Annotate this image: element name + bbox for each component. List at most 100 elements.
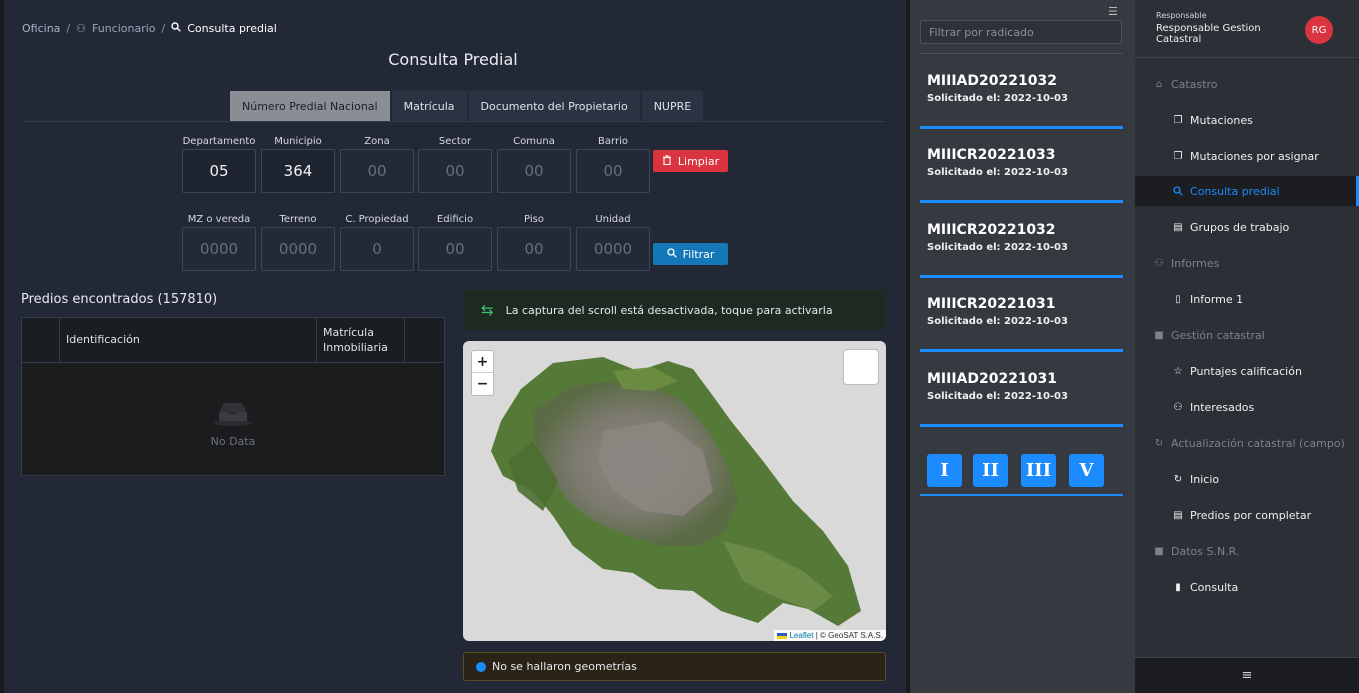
category-button-ii[interactable]: II [973,454,1008,487]
label-municipio: Municipio [274,136,322,147]
breadcrumb-funcionario[interactable]: Funcionario [92,22,156,35]
column-identificacion[interactable]: Identificación [60,318,317,363]
list-toggle-icon[interactable]: ☰ [1108,5,1118,18]
label-zona: Zona [364,136,390,147]
sidebar-group-actualizacion-catastral[interactable]: ↻ Actualización catastral (campo) [1135,428,1359,458]
sector-field[interactable]: 00 [418,149,492,193]
tab-matricula[interactable]: Matrícula [391,91,467,122]
category-button-i[interactable]: I [927,454,962,487]
radicado-card-bar [920,275,1123,278]
label-c-propiedad: C. Propiedad [345,214,409,225]
sidebar-item-mutaciones[interactable]: ❐ Mutaciones [1135,105,1359,135]
tab-numero-predial[interactable]: Número Predial Nacional [230,91,390,122]
avatar[interactable]: RG [1305,16,1333,44]
sidebar-item-consulta[interactable]: ▮ Consulta [1135,572,1359,602]
radicado-filter-input[interactable]: Filtrar por radicado [920,20,1122,44]
radicado-date: Solicitado el: 2022-10-03 [927,242,1068,253]
piso-field[interactable]: 00 [497,227,571,271]
category-button-iii[interactable]: III [1021,454,1056,487]
menu-icon: ≡ [1241,668,1253,683]
sidebar-group-informes[interactable]: ⚇ Informes [1135,248,1359,278]
sidebar-item-grupos-de-trabajo[interactable]: ▤ Grupos de trabajo [1135,212,1359,242]
leaflet-link[interactable]: Leaflet [789,631,813,640]
users-icon: ⚇ [1173,401,1183,413]
results-title: Predios encontrados (157810) [21,292,218,307]
radicado-code: MIIIAD20221032 [927,73,1057,89]
file-icon: ▯ [1175,293,1181,305]
column-matricula[interactable]: Matrícula Inmobiliaria [317,318,405,363]
radicado-card[interactable]: MIIICR20221033 Solicitado el: 2022-10-03 [927,147,1123,178]
tab-documento-propietario[interactable]: Documento del Propietario [468,91,640,122]
geometry-status-text: No se hallaron geometrías [492,660,637,673]
sidebar-item-mutaciones-por-asignar[interactable]: ❐ Mutaciones por asignar [1135,141,1359,171]
radicado-card[interactable]: MIIICR20221031 Solicitado el: 2022-10-03 [927,296,1123,327]
sidebar-group-catastro[interactable]: ⌂ Catastro [1135,69,1359,99]
sidebar-item-label: Informes [1171,256,1220,270]
filter-button[interactable]: Filtrar [653,243,728,265]
search-tabs: Número Predial Nacional Matrícula Docume… [230,91,705,122]
barrio-field[interactable]: 00 [576,149,650,193]
unidad-field[interactable]: 0000 [576,227,650,271]
search-icon [171,22,182,35]
radicado-card-bar [920,200,1123,203]
comuna-field[interactable]: 00 [497,149,571,193]
label-sector: Sector [438,136,472,147]
breadcrumb-separator: / [161,22,166,35]
user-name: Responsable Gestion Catastral [1156,23,1261,45]
departamento-field[interactable]: 05 [182,149,256,193]
zoom-out-button[interactable]: − [472,373,493,395]
clear-button[interactable]: Limpiar [653,150,728,172]
sidebar-item-interesados[interactable]: ⚇ Interesados [1135,392,1359,422]
radicado-date: Solicitado el: 2022-10-03 [927,391,1068,402]
sidebar-item-predios-por-completar[interactable]: ▤ Predios por completar [1135,500,1359,530]
radicado-card[interactable]: MIIICR20221032 Solicitado el: 2022-10-03 [927,222,1123,253]
radicado-date: Solicitado el: 2022-10-03 [927,167,1068,178]
label-edificio: Edificio [436,214,474,225]
radicado-code: MIIICR20221033 [927,147,1056,163]
radicado-card[interactable]: MIIIAD20221032 Solicitado el: 2022-10-03 [927,73,1123,104]
sidebar-group-datos-snr[interactable]: ■ Datos S.N.R. [1135,536,1359,566]
terreno-field[interactable]: 0000 [261,227,335,271]
label-barrio: Barrio [598,136,628,147]
copy-icon: ❐ [1173,114,1183,126]
trash-icon [662,154,672,168]
sidebar-item-label: Mutaciones [1190,113,1253,127]
table-empty-state: No Data [22,364,444,475]
scroll-capture-notice[interactable]: ⇆ La captura del scroll está desactivada… [463,290,886,330]
tab-nupre[interactable]: NUPRE [641,91,704,122]
sidebar-item-puntajes-calificacion[interactable]: ☆ Puntajes calificación [1135,356,1359,386]
radicado-code: MIIIAD20221031 [927,371,1057,387]
attribution-text: | © GeoSAT S.A.S. [815,631,883,640]
sidebar: Responsable Responsable Gestion Catastra… [1135,0,1359,693]
c-propiedad-field[interactable]: 0 [340,227,414,271]
mz-vereda-field[interactable]: 0000 [182,227,256,271]
users-icon: ⚇ [1154,257,1164,269]
municipio-field[interactable]: 364 [261,149,335,193]
edificio-field[interactable]: 00 [418,227,492,271]
label-comuna: Comuna [513,136,555,147]
info-dot-icon [476,661,486,672]
sidebar-group-gestion-catastral[interactable]: ■ Gestión catastral [1135,320,1359,350]
select-column-header[interactable] [22,318,60,363]
sidebar-item-consulta-predial[interactable]: Consulta predial [1135,176,1359,206]
sidebar-item-informe-1[interactable]: ▯ Informe 1 [1135,284,1359,314]
zona-field[interactable]: 00 [340,149,414,193]
sidebar-item-label: Actualización catastral (campo) [1171,436,1345,450]
sidebar-collapse-button[interactable]: ≡ [1135,657,1359,693]
page-title: Consulta Predial [388,50,518,69]
sidebar-item-label: Informe 1 [1190,292,1244,306]
breadcrumb-oficina[interactable]: Oficina [22,22,60,35]
zoom-in-button[interactable]: + [472,351,493,373]
sidebar-item-label: Catastro [1171,77,1218,91]
label-piso: Piso [524,214,544,225]
sidebar-item-inicio[interactable]: ↻ Inicio [1135,464,1359,494]
results-table: Identificación Matrícula Inmobiliaria No… [21,317,445,476]
map-view[interactable]: + − Leaflet | © GeoSAT S.A.S. [463,341,886,641]
geometry-status: No se hallaron geometrías [463,652,886,681]
radicado-date: Solicitado el: 2022-10-03 [927,316,1068,327]
category-button-v[interactable]: V [1069,454,1104,487]
layers-button[interactable] [843,349,879,385]
breadcrumb: Oficina / ⚇ Funcionario / Consulta predi… [22,22,277,35]
radicado-card[interactable]: MIIIAD20221031 Solicitado el: 2022-10-03 [927,371,1123,402]
book-icon: ■ [1154,545,1164,557]
